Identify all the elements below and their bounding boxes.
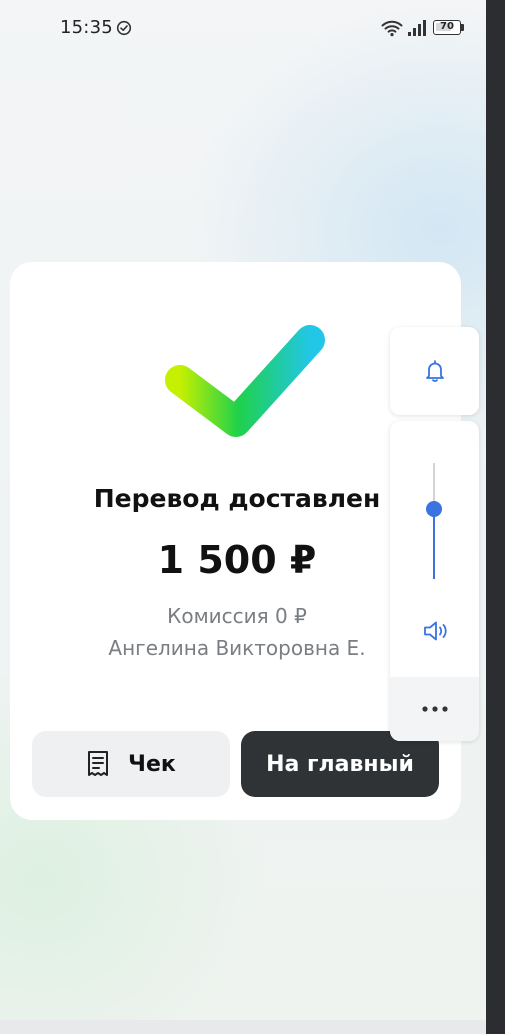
volume-panel: [390, 421, 479, 741]
transfer-amount: 1 500 ₽: [157, 538, 317, 582]
speaker-icon[interactable]: [422, 619, 450, 643]
volume-slider-thumb[interactable]: [426, 501, 442, 518]
screen: 15:35 70 Перевод доставлен 1 500 ₽ Комис…: [0, 0, 486, 1034]
status-bar: 15:35 70: [0, 0, 486, 56]
bell-icon: [425, 360, 444, 382]
home-button-label: На главный: [266, 751, 414, 777]
wifi-icon: [381, 20, 403, 37]
status-time: 15:35: [60, 17, 113, 38]
ringer-mode-button[interactable]: [390, 327, 479, 415]
transfer-fee: Комиссия 0 ₽: [167, 604, 307, 628]
success-check-icon: [165, 325, 325, 437]
receipt-icon: [88, 751, 109, 776]
receipt-button-label: Чек: [128, 751, 176, 777]
battery-indicator: 70: [433, 20, 464, 35]
sync-check-icon: [116, 20, 132, 36]
more-dots-icon: [421, 706, 448, 712]
volume-more-button[interactable]: [390, 677, 479, 741]
volume-slider-fill[interactable]: [433, 509, 435, 579]
navigation-bar: [0, 1020, 486, 1034]
battery-level: 70: [440, 21, 454, 32]
transfer-status-title: Перевод доставлен: [93, 484, 381, 513]
signal-icon: [408, 20, 426, 36]
recipient-name: Ангелина Викторовна Е.: [108, 636, 366, 660]
receipt-button[interactable]: Чек: [32, 731, 230, 797]
side-edge: [486, 0, 505, 1034]
